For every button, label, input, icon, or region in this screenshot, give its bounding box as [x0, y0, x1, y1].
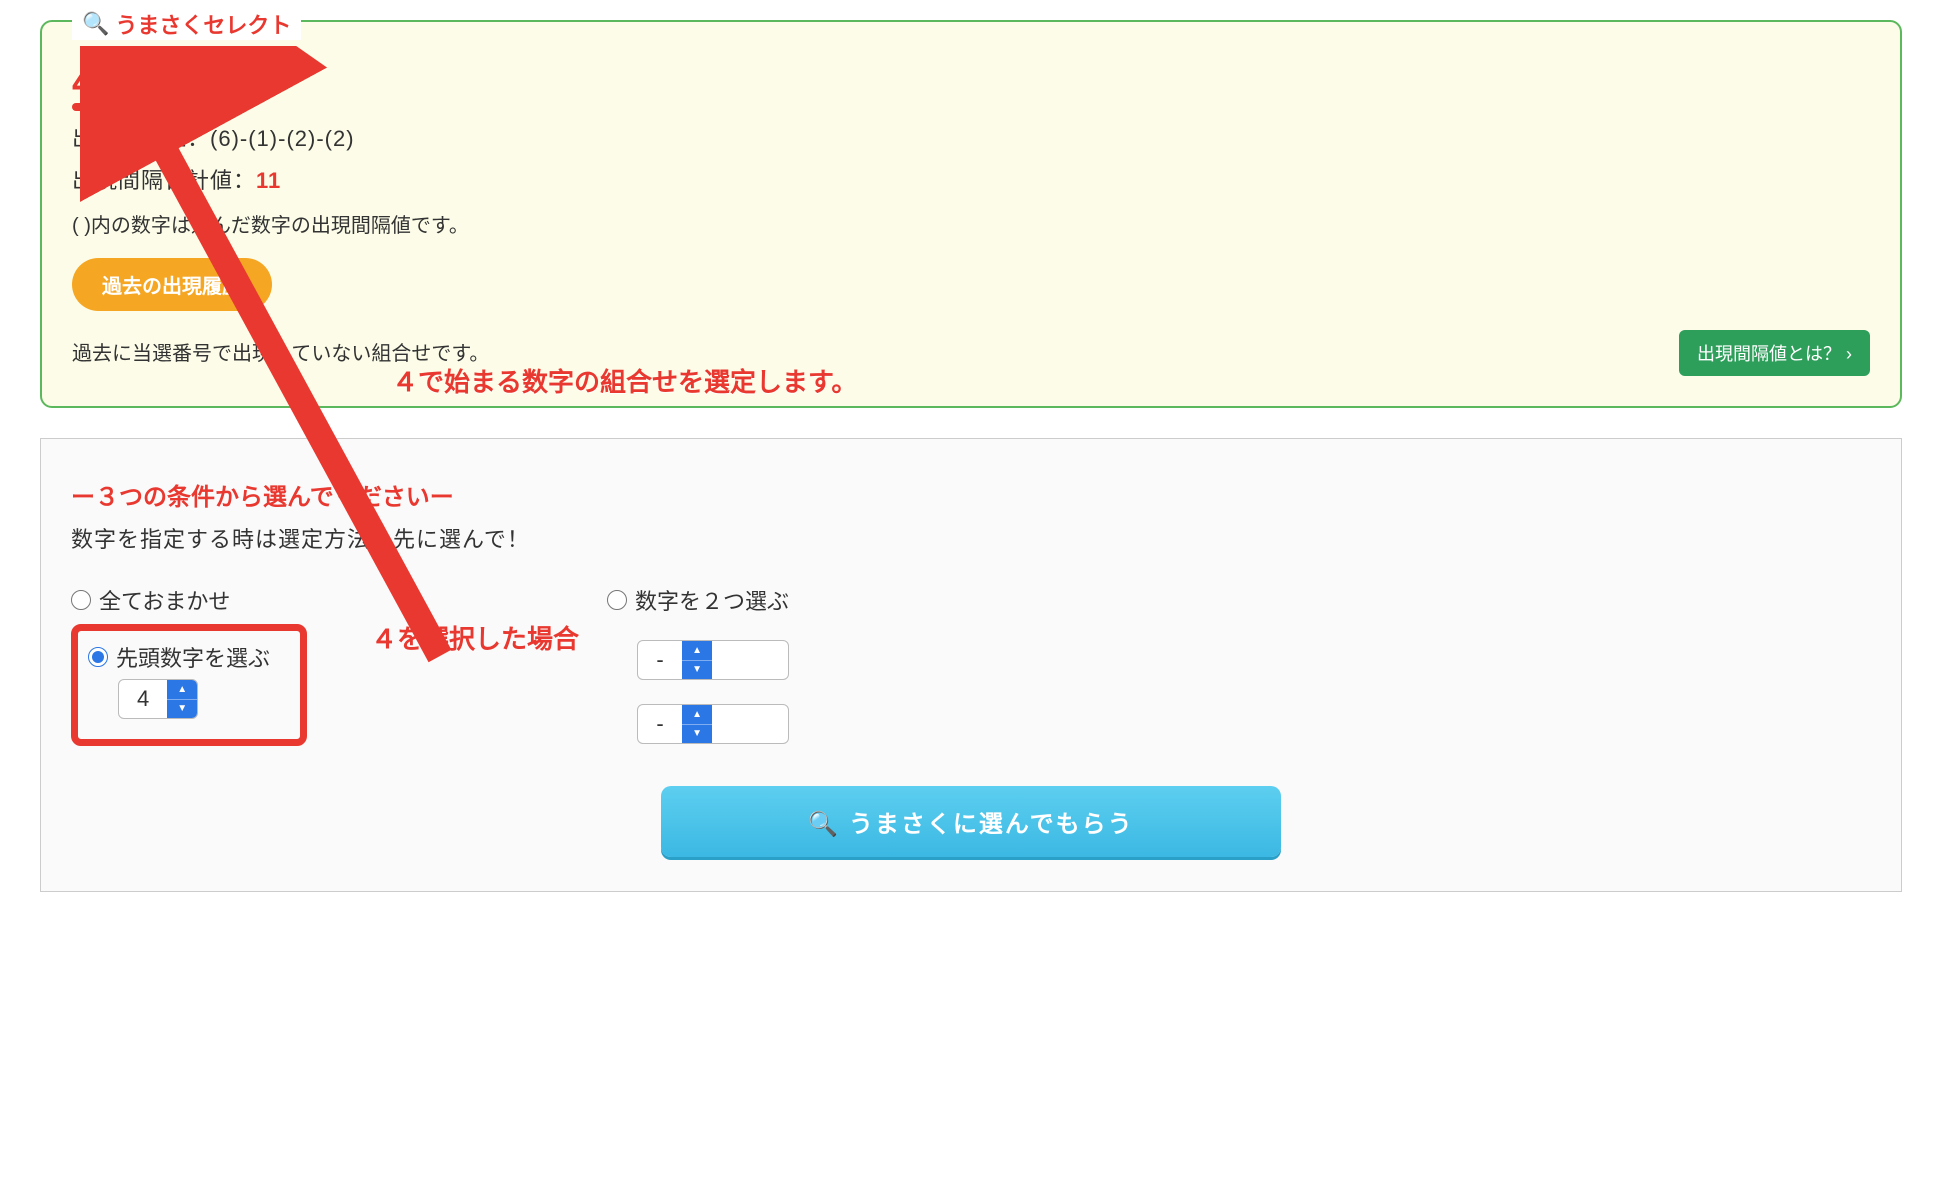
interval-sum-label: 出現間隔合計値：	[72, 168, 256, 193]
conditions-title: ー３つの条件から選んでくださいー	[71, 477, 1871, 512]
two-digit-value-1: -	[638, 641, 682, 679]
radio-first-label: 先頭数字を選ぶ	[116, 641, 270, 673]
radio-two-input[interactable]	[607, 590, 627, 610]
first-digit-select[interactable]: 4 ▲▼	[118, 679, 198, 719]
stepper-icon[interactable]: ▲▼	[167, 680, 197, 718]
highlight-box: 先頭数字を選ぶ 4 ▲▼	[71, 624, 307, 746]
options-col-left: 全ておまかせ 先頭数字を選ぶ 4 ▲▼	[71, 584, 307, 746]
radio-all[interactable]: 全ておまかせ	[71, 584, 307, 616]
radio-first-input[interactable]	[88, 647, 108, 667]
history-button[interactable]: 過去の出現履歴	[72, 258, 272, 311]
radio-two[interactable]: 数字を２つ選ぶ	[607, 584, 789, 616]
interval-line: 出現間隔値：(6)-(1)-(2)-(2)	[72, 121, 1870, 153]
interval-help-button[interactable]: 出現間隔値とは？ ›	[1679, 330, 1870, 376]
first-digit-value: 4	[119, 680, 167, 718]
interval-values: (6)-(1)-(2)-(2)	[210, 126, 355, 151]
panel-legend: 🔍 うまさくセレクト	[72, 8, 301, 40]
search-icon: 🔍	[808, 811, 849, 838]
radio-all-label: 全ておまかせ	[99, 584, 230, 616]
annotation-callout-2: ４を選択した場合	[371, 619, 579, 656]
two-digit-value-2: -	[638, 705, 682, 743]
conditions-panel: ー３つの条件から選んでくださいー 数字を指定する時は選定方法を先に選んで！ 全て…	[40, 438, 1902, 892]
panel-legend-text: うまさくセレクト	[115, 8, 291, 40]
conditions-subtitle: 数字を指定する時は選定方法を先に選んで！	[71, 522, 1871, 554]
radio-first[interactable]: 先頭数字を選ぶ	[88, 641, 270, 673]
two-digit-select-1[interactable]: - ▲▼	[637, 640, 789, 680]
search-icon: 🔍	[82, 11, 109, 37]
stepper-icon[interactable]: ▲▼	[682, 641, 712, 679]
result-number: 4-3-1-1	[72, 62, 202, 105]
select-result-panel: 🔍 うまさくセレクト 4-3-1-1 出現間隔値：(6)-(1)-(2)-(2)…	[40, 20, 1902, 408]
annotation-callout-1: ４で始まる数字の組合せを選定します。	[392, 362, 857, 399]
options-row: 全ておまかせ 先頭数字を選ぶ 4 ▲▼ 数字を２つ選ぶ - ▲▼	[71, 584, 1871, 746]
interval-note: ( )内の数字は選んだ数字の出現間隔値です。	[72, 209, 1870, 238]
stepper-icon[interactable]: ▲▼	[682, 705, 712, 743]
radio-all-input[interactable]	[71, 590, 91, 610]
interval-sum-value: 11	[256, 168, 281, 193]
interval-label: 出現間隔値：	[72, 126, 210, 151]
two-digit-select-2[interactable]: - ▲▼	[637, 704, 789, 744]
options-col-right: 数字を２つ選ぶ - ▲▼ - ▲▼	[607, 584, 789, 744]
radio-two-label: 数字を２つ選ぶ	[635, 584, 789, 616]
select-button-label: うまさくに選んでもらう	[849, 811, 1134, 838]
combo-note: 過去に当選番号で出現していない組合せです。	[72, 337, 1870, 366]
interval-sum-line: 出現間隔合計値：11	[72, 163, 1870, 195]
select-button[interactable]: 🔍 うまさくに選んでもらう	[661, 786, 1281, 857]
